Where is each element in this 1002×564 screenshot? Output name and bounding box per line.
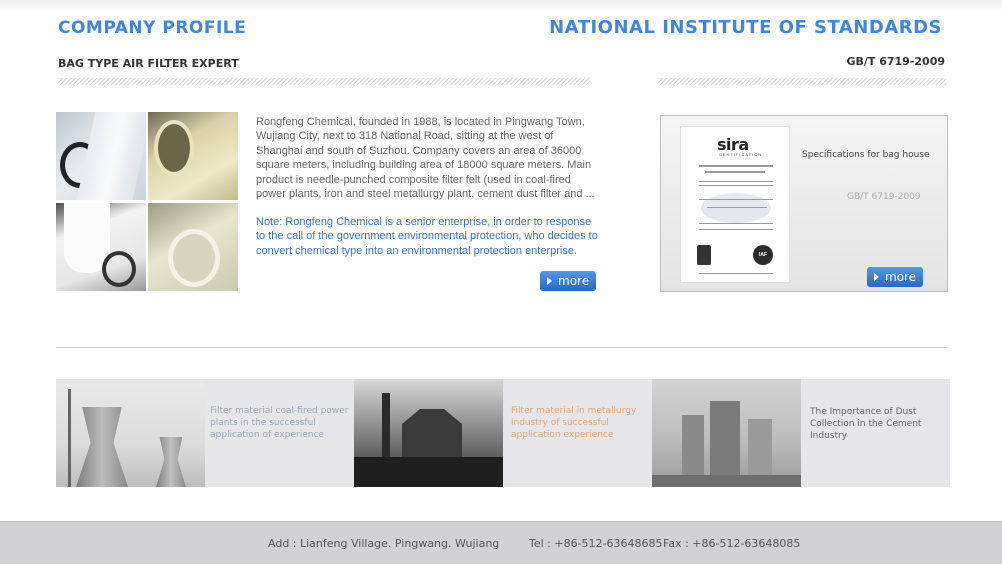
standards-panel: sira CERTIFICATION IAF Specifications fo… bbox=[660, 115, 948, 292]
application-card-metallurgy[interactable]: Filter material in metallurgy industry o… bbox=[354, 379, 652, 487]
footer-telephone: Tel : +86-512-63648685 bbox=[529, 537, 663, 550]
cert-text-line bbox=[707, 207, 767, 208]
company-more-button[interactable]: more bbox=[540, 271, 596, 291]
play-arrow-icon bbox=[874, 273, 879, 281]
company-subtitle: BAG TYPE AIR FILTER EXPERT bbox=[58, 57, 239, 70]
standards-code: GB/T 6719-2009 bbox=[847, 192, 921, 202]
cert-text-line bbox=[705, 171, 765, 173]
cert-text-line bbox=[699, 229, 773, 230]
company-note-text: Note: Rongfeng Chemical is a senior ente… bbox=[256, 216, 598, 257]
standards-description: Specifications for bag house bbox=[802, 150, 930, 160]
standards-code-subtitle: GB/T 6719-2009 bbox=[846, 55, 945, 68]
application-card-cement[interactable]: The Importance of Dust Collection in the… bbox=[652, 379, 950, 487]
more-label: more bbox=[885, 270, 917, 284]
cert-text-line bbox=[699, 199, 773, 200]
white-filter-bag-photo bbox=[56, 203, 146, 291]
standards-more-button[interactable]: more bbox=[867, 267, 923, 287]
standards-title: NATIONAL INSTITUTE OF STANDARDS bbox=[549, 17, 942, 38]
cert-text-line bbox=[699, 181, 773, 182]
cert-text-line bbox=[699, 185, 773, 186]
cement-plant-photo bbox=[652, 379, 801, 487]
application-text: Filter material coal-fired power plants … bbox=[210, 406, 349, 440]
iaf-logo-icon: IAF bbox=[753, 245, 773, 265]
footer-bar: Add : Lianfeng Village. Pingwang. Wujian… bbox=[0, 521, 1002, 564]
filter-bag-cage-photo bbox=[56, 112, 146, 200]
filter-bag-yellow-photo bbox=[148, 112, 238, 200]
hatch-divider-left bbox=[58, 78, 590, 85]
section-divider bbox=[56, 347, 947, 348]
cert-text-line bbox=[699, 273, 773, 274]
application-text: The Importance of Dust Collection in the… bbox=[810, 407, 922, 441]
more-label: more bbox=[558, 274, 590, 288]
cert-logo-sub: CERTIFICATION bbox=[719, 152, 763, 157]
cert-text-line bbox=[699, 223, 773, 224]
cert-watermark bbox=[701, 193, 771, 223]
cooling-tower-photo bbox=[56, 379, 205, 487]
hatch-divider-right bbox=[658, 78, 946, 85]
application-text: Filter material in metallurgy industry o… bbox=[511, 406, 637, 440]
steel-plant-photo bbox=[354, 379, 503, 487]
play-arrow-icon bbox=[547, 277, 552, 285]
felt-filter-tube-photo bbox=[148, 203, 238, 291]
footer-fax: Fax : +86-512-63648085 bbox=[663, 537, 801, 550]
top-shade bbox=[0, 0, 1002, 12]
company-intro-text: Rongfeng Chemical, founded in 1988, is l… bbox=[256, 116, 595, 201]
product-photo-grid bbox=[56, 112, 238, 291]
application-card-power-plant[interactable]: Filter material coal-fired power plants … bbox=[56, 379, 354, 487]
certificate-image[interactable]: sira CERTIFICATION IAF bbox=[680, 126, 790, 283]
company-profile-title: COMPANY PROFILE bbox=[58, 18, 247, 38]
cert-text-line bbox=[699, 165, 773, 167]
footer-address: Add : Lianfeng Village. Pingwang. Wujian… bbox=[268, 537, 500, 550]
cert-seal-icon bbox=[697, 245, 711, 265]
